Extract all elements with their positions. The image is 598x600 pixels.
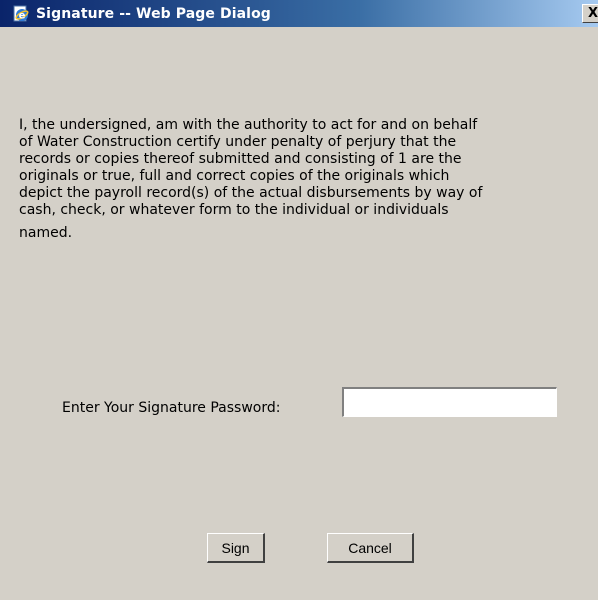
statement-line: named. xyxy=(19,225,73,241)
title-bar[interactable]: e Signature -- Web Page Dialog X xyxy=(0,0,598,27)
certification-statement: I, the undersigned, am with the authorit… xyxy=(19,117,598,242)
window-title: Signature -- Web Page Dialog xyxy=(36,5,271,22)
signature-password-label: Enter Your Signature Password: xyxy=(62,400,281,416)
statement-line: I, the undersigned, am with the authorit… xyxy=(19,117,478,133)
sign-button[interactable]: Sign xyxy=(207,533,265,563)
ie-page-icon: e xyxy=(12,5,30,23)
close-button[interactable]: X xyxy=(582,4,598,23)
statement-line: cash, check, or whatever form to the ind… xyxy=(19,202,449,218)
cancel-button[interactable]: Cancel xyxy=(327,533,414,563)
statement-line: of Water Construction certify under pena… xyxy=(19,134,457,150)
statement-line: records or copies thereof submitted and … xyxy=(19,151,462,167)
statement-line: depict the payroll record(s) of the actu… xyxy=(19,185,483,201)
statement-line: originals or true, full and correct copi… xyxy=(19,168,450,184)
signature-dialog-window: e Signature -- Web Page Dialog X I, the … xyxy=(0,0,598,600)
signature-password-input[interactable] xyxy=(342,387,557,417)
svg-text:e: e xyxy=(19,10,26,21)
